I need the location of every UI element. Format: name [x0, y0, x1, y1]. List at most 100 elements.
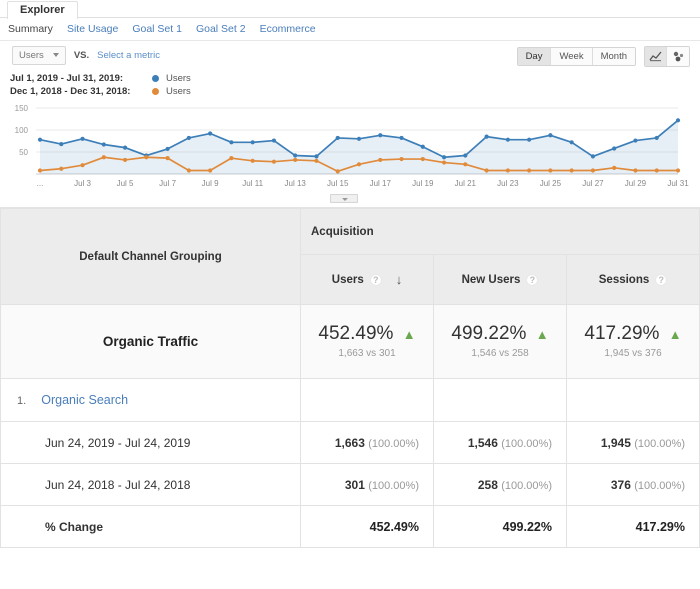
granularity-month[interactable]: Month — [592, 48, 635, 65]
table-row: Jun 24, 2019 - Jul 24, 2019 1,663 (100.0… — [0, 421, 700, 464]
change-users: 452.49% — [300, 505, 434, 548]
column-header-new-users-label: New Users — [461, 273, 521, 286]
legend-dot-previous — [152, 88, 159, 95]
svg-text:Jul 7: Jul 7 — [159, 179, 176, 188]
trend-up-icon-sessions: ▲ — [668, 327, 682, 343]
detail-sessions-current-value: 1,945 — [600, 435, 631, 450]
legend-dot-current — [152, 75, 159, 82]
detail-sessions-previous-pct: (100.00%) — [634, 479, 685, 492]
chevron-down-icon — [52, 53, 59, 57]
entry-cell-users — [300, 378, 434, 422]
subnav-item-site-usage[interactable]: Site Usage — [67, 23, 118, 35]
column-header-users[interactable]: Users ? ↓ — [300, 254, 434, 305]
chart-view-group — [644, 46, 690, 67]
change-new-users: 499.22% — [433, 505, 567, 548]
subnav-item-ecommerce[interactable]: Ecommerce — [260, 23, 316, 35]
subnav-item-goal-set-2[interactable]: Goal Set 2 — [196, 23, 246, 35]
legend-range-current: Jul 1, 2019 - Jul 31, 2019: — [10, 73, 124, 84]
subnav-item-summary[interactable]: Summary — [8, 23, 53, 35]
acquisition-group-header: Acquisition — [300, 208, 700, 255]
svg-text:Jul 15: Jul 15 — [327, 179, 349, 188]
table-row: % Change 452.49% 499.22% 417.29% — [0, 505, 700, 548]
legend-metric-current: Users — [166, 73, 191, 84]
entry-link-organic-search[interactable]: Organic Search — [29, 393, 128, 407]
table-header-group-row: Default Channel Grouping Acquisition — [0, 208, 700, 305]
legend-row-current: Jul 1, 2019 - Jul 31, 2019: Users — [10, 72, 700, 85]
primary-metric-dropdown[interactable]: Users — [12, 45, 66, 65]
detail-sessions-current-pct: (100.00%) — [634, 437, 685, 450]
change-sessions: 417.29% — [566, 505, 700, 548]
svg-text:Jul 29: Jul 29 — [625, 179, 647, 188]
dimension-header[interactable]: Default Channel Grouping — [0, 208, 301, 305]
svg-text:Jul 25: Jul 25 — [540, 179, 562, 188]
detail-cell-new-users-current: 1,546 (100.00%) — [433, 421, 567, 464]
help-icon-new-users[interactable]: ? — [526, 273, 539, 286]
table-row: Jun 24, 2018 - Jul 24, 2018 301 (100.00%… — [0, 463, 700, 506]
subnav-item-goal-set-1[interactable]: Goal Set 1 — [132, 23, 182, 35]
svg-text:Jul 21: Jul 21 — [455, 179, 477, 188]
motion-chart-icon[interactable] — [667, 47, 689, 66]
totals-users-pct: 452.49% — [318, 323, 394, 345]
detail-cell-users-previous: 301 (100.00%) — [300, 463, 434, 506]
detail-users-previous-value: 301 — [344, 477, 365, 492]
entry-cell-sessions — [566, 378, 700, 422]
detail-new-users-previous-pct: (100.00%) — [501, 479, 552, 492]
svg-text:Jul 19: Jul 19 — [412, 179, 434, 188]
legend-metric-previous: Users — [166, 86, 191, 97]
chart-drag-handle[interactable] — [330, 194, 358, 203]
granularity-week[interactable]: Week — [551, 48, 593, 65]
select-metric-link[interactable]: Select a metric — [97, 50, 160, 61]
trend-up-icon-users: ▲ — [402, 327, 416, 343]
tab-explorer[interactable]: Explorer — [7, 1, 78, 19]
help-icon-users[interactable]: ? — [369, 273, 382, 286]
entry-dimension-cell: 1. Organic Search — [0, 378, 301, 422]
column-header-sessions[interactable]: Sessions ? — [566, 254, 700, 305]
change-row-label: % Change — [0, 505, 301, 548]
entry-index: 1. — [17, 395, 27, 407]
column-header-new-users[interactable]: New Users ? — [433, 254, 567, 305]
chart-legend: Jul 1, 2019 - Jul 31, 2019: Users Dec 1,… — [0, 69, 700, 100]
svg-text:Jul 31: Jul 31 — [667, 179, 689, 188]
legend-range-previous: Dec 1, 2018 - Dec 31, 2018: — [10, 86, 131, 97]
totals-cell-new-users: 499.22% ▲ 1,546 vs 258 — [433, 304, 567, 379]
vs-label: VS. — [73, 49, 90, 61]
totals-sessions-compare: 1,945 vs 376 — [604, 347, 662, 359]
svg-text:Jul 17: Jul 17 — [370, 179, 392, 188]
svg-text:150: 150 — [15, 104, 29, 113]
totals-new-users-pct: 499.22% — [451, 323, 527, 345]
help-icon-sessions[interactable]: ? — [655, 273, 668, 286]
svg-text:Jul 9: Jul 9 — [202, 179, 219, 188]
totals-row: Organic Traffic 452.49% ▲ 1,663 vs 301 4… — [0, 304, 700, 379]
totals-sessions-pct: 417.29% — [584, 323, 660, 345]
svg-text:Jul 5: Jul 5 — [117, 179, 134, 188]
detail-sessions-previous-value: 376 — [610, 477, 631, 492]
detail-cell-sessions-current: 1,945 (100.00%) — [566, 421, 700, 464]
column-header-sessions-label: Sessions — [598, 273, 650, 286]
svg-text:Jul 23: Jul 23 — [497, 179, 519, 188]
entry-cell-new-users — [433, 378, 567, 422]
line-chart-icon[interactable] — [645, 47, 667, 66]
svg-text:50: 50 — [19, 148, 28, 157]
svg-text:Jul 3: Jul 3 — [74, 179, 91, 188]
totals-cell-users: 452.49% ▲ 1,663 vs 301 — [300, 304, 434, 379]
column-header-users-label: Users — [331, 273, 364, 286]
totals-users-compare: 1,663 vs 301 — [338, 347, 396, 359]
report-subnav: Summary Site Usage Goal Set 1 Goal Set 2… — [0, 18, 700, 41]
detail-new-users-previous-value: 258 — [477, 477, 498, 492]
detail-row-label-current: Jun 24, 2019 - Jul 24, 2019 — [0, 421, 301, 464]
trend-up-icon-new-users: ▲ — [535, 327, 549, 343]
totals-new-users-compare: 1,546 vs 258 — [471, 347, 529, 359]
granularity-day[interactable]: Day — [517, 48, 552, 65]
svg-text:Jul 11: Jul 11 — [242, 179, 263, 188]
metric-selector-row: Users VS. Select a metric Day Week Month — [0, 41, 700, 69]
report-table: Default Channel Grouping Acquisition Use… — [0, 208, 700, 548]
svg-text:...: ... — [37, 179, 44, 188]
detail-new-users-current-pct: (100.00%) — [501, 437, 552, 450]
timeseries-chart[interactable]: 50 100 150 Jul 3 Jul 5 Jul 7 Jul 9 Jul 11 Jul 13… — [0, 102, 700, 194]
detail-users-current-pct: (100.00%) — [368, 437, 419, 450]
detail-row-label-previous: Jun 24, 2018 - Jul 24, 2018 — [0, 463, 301, 506]
sort-desc-icon[interactable]: ↓ — [396, 272, 403, 287]
totals-label: Organic Traffic — [0, 304, 301, 379]
chart-resize-row — [0, 194, 700, 208]
granularity-group: Day Week Month — [516, 47, 636, 66]
